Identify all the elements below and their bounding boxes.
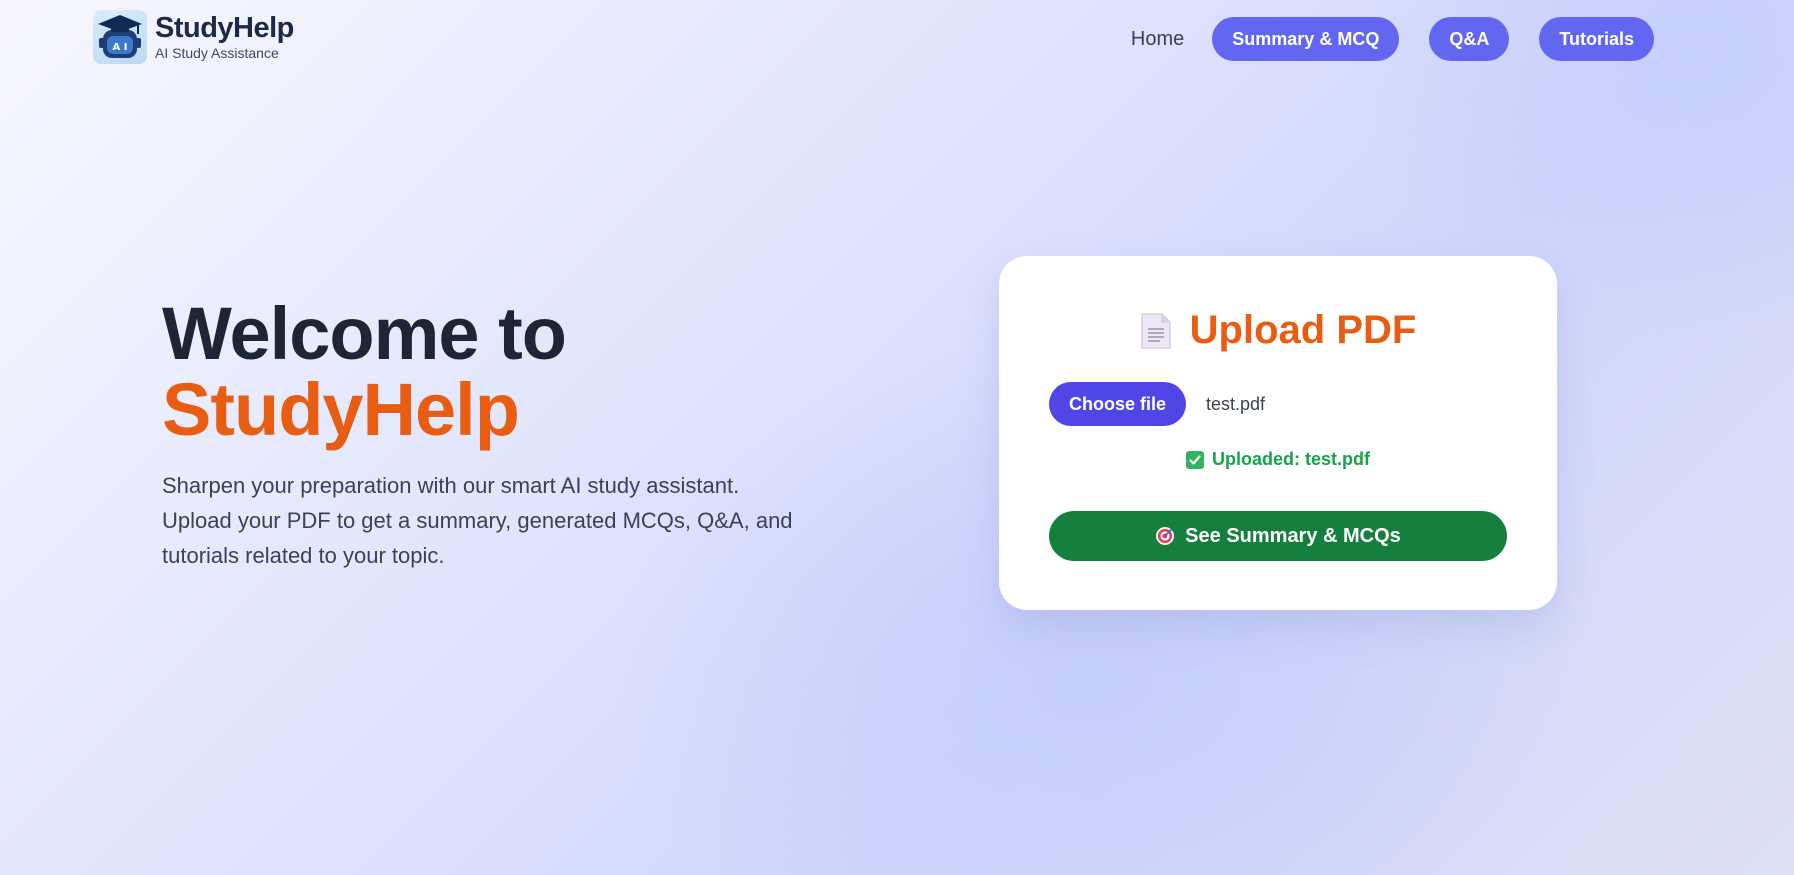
main-nav: Home Summary & MCQ Q&A Tutorials [1131, 17, 1654, 61]
nav-qa-button[interactable]: Q&A [1429, 17, 1510, 61]
see-summary-button[interactable]: See Summary & MCQs [1049, 511, 1507, 561]
brand-tagline: AI Study Assistance [155, 45, 279, 61]
hero-title-brand: StudyHelp [162, 368, 520, 451]
nav-home-link[interactable]: Home [1131, 28, 1184, 51]
hero-section: Welcome to StudyHelp Sharpen your prepar… [162, 296, 802, 595]
brand-name: StudyHelp [155, 12, 294, 44]
target-icon [1155, 526, 1175, 546]
upload-title: Upload PDF [1189, 308, 1417, 352]
selected-file-name: test.pdf [1206, 393, 1266, 414]
upload-status: Uploaded: test.pdf [999, 449, 1557, 470]
upload-card-header: Upload PDF [999, 308, 1557, 353]
logo-text: StudyHelp AI Study Assistance [155, 12, 294, 61]
logo-badge-text: A I [113, 42, 128, 53]
check-icon [1186, 450, 1204, 469]
hero-title-line1: Welcome to [162, 292, 567, 375]
logo[interactable]: A I StudyHelp AI Study Assistance [93, 10, 294, 64]
file-input: Choose file test.pdf [1049, 382, 1265, 426]
upload-status-text: Uploaded: test.pdf [1212, 449, 1370, 469]
hero-description: Sharpen your preparation with our smart … [162, 473, 793, 568]
upload-card: Upload PDF Choose file test.pdf Uploaded… [999, 256, 1557, 610]
choose-file-button[interactable]: Choose file [1049, 382, 1187, 426]
document-icon [1140, 312, 1172, 350]
site-header: A I StudyHelp AI Study Assistance Home S… [0, 0, 1794, 80]
graduation-robot-icon: A I [93, 10, 147, 64]
hero-title: Welcome to StudyHelp [162, 296, 802, 448]
see-summary-label: See Summary & MCQs [1185, 524, 1401, 547]
nav-summary-mcq-button[interactable]: Summary & MCQ [1212, 17, 1400, 61]
nav-tutorials-button[interactable]: Tutorials [1539, 17, 1654, 61]
